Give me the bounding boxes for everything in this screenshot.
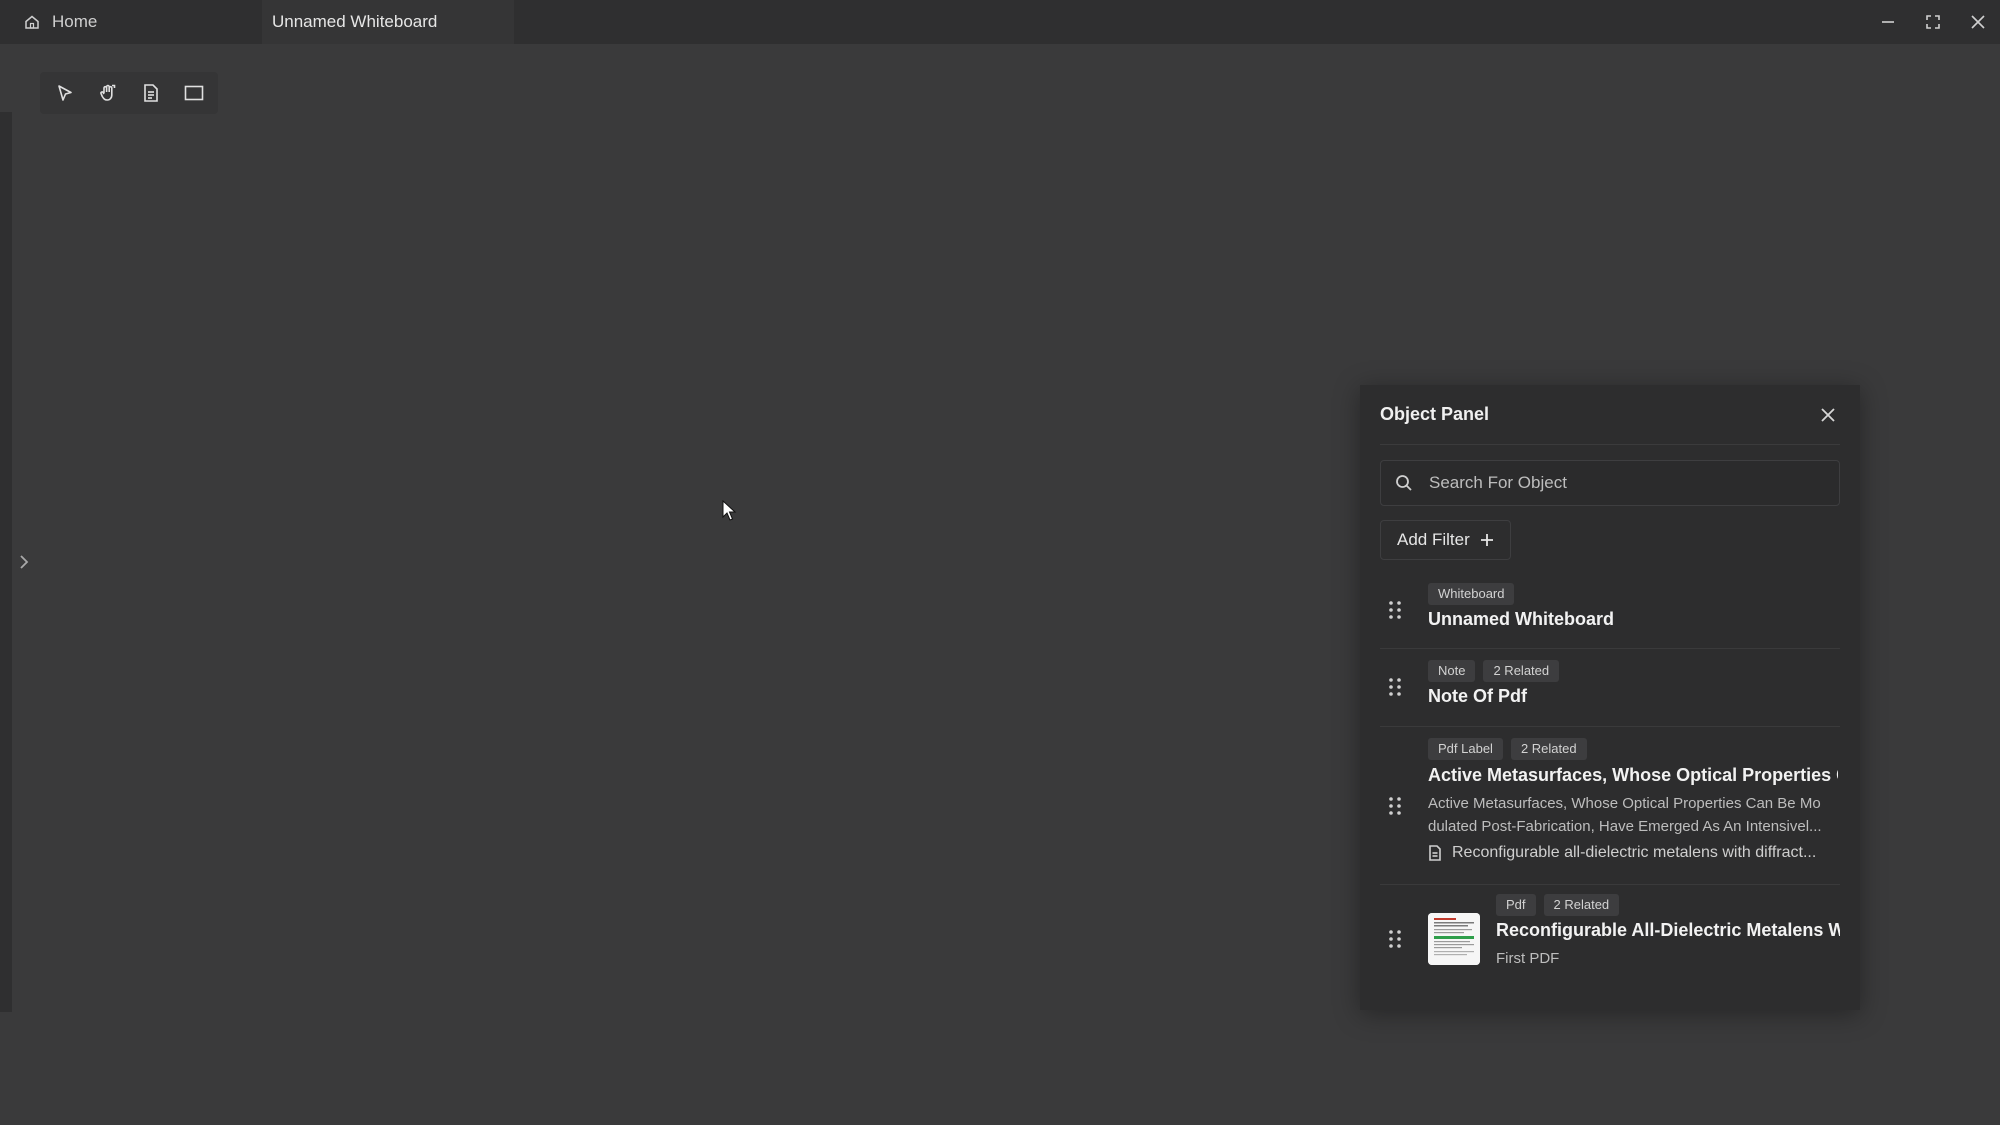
drag-handle-icon <box>1389 930 1401 948</box>
close-panel-button[interactable] <box>1816 403 1840 427</box>
item-description: Active Metasurfaces, Whose Optical Prope… <box>1428 795 1822 835</box>
frame-icon <box>184 85 203 101</box>
pdf-thumbnail-image <box>1428 913 1480 965</box>
note-tool-button[interactable] <box>134 77 167 110</box>
whiteboard-tab-label: Unnamed Whiteboard <box>272 12 438 31</box>
related-count-badge: 2 Related <box>1543 894 1620 916</box>
add-filter-button[interactable]: Add Filter <box>1380 520 1511 560</box>
item-source-label: Reconfigurable all-dielectric metalens w… <box>1452 844 1817 861</box>
related-count-badge: 2 Related <box>1510 738 1587 760</box>
drag-handle[interactable] <box>1388 677 1402 697</box>
close-icon <box>1821 407 1835 422</box>
type-badge: Pdf Label <box>1428 738 1503 760</box>
drag-handle-icon <box>1389 797 1401 815</box>
maximize-button[interactable] <box>1910 0 1955 44</box>
home-tab-label: Home <box>52 12 98 31</box>
type-badge: Whiteboard <box>1428 583 1515 605</box>
object-search-box[interactable] <box>1380 460 1840 506</box>
object-panel-title: Object Panel <box>1380 404 1490 424</box>
window-controls <box>1865 0 2000 44</box>
item-title: Reconfigurable All-Dielectric Metalens W… <box>1496 920 1840 940</box>
whiteboard-toolbar <box>40 72 218 114</box>
left-sidebar-rail <box>0 112 12 1012</box>
title-bar: Home Unnamed Whiteboard <box>0 0 2000 44</box>
plus-icon <box>1480 534 1493 546</box>
hand-pan-icon <box>99 84 115 101</box>
mouse-pointer-icon <box>722 500 737 521</box>
select-icon <box>57 85 72 101</box>
whiteboard-tab[interactable]: Unnamed Whiteboard <box>262 0 514 44</box>
drag-handle[interactable] <box>1388 796 1402 816</box>
object-search-input[interactable] <box>1427 472 1807 494</box>
item-badges: Pdf 2 Related <box>1496 894 1620 916</box>
item-badges: Whiteboard <box>1428 583 1515 605</box>
item-badges: Pdf Label 2 Related <box>1428 738 1587 760</box>
minimize-button[interactable] <box>1865 0 1910 44</box>
item-subtitle: First PDF <box>1496 950 1560 967</box>
maximize-icon <box>1925 15 1940 29</box>
drag-handle-icon <box>1389 678 1401 696</box>
item-badges: Note 2 Related <box>1428 660 1560 682</box>
home-icon <box>25 15 39 29</box>
close-icon <box>1970 15 1985 29</box>
minimize-icon <box>1881 21 1894 23</box>
frame-tool-button[interactable] <box>177 77 210 110</box>
search-icon <box>1396 475 1412 491</box>
object-panel: Object Panel Add Filter Whiteboard Unnam… <box>1360 385 1860 1010</box>
pdf-thumbnail <box>1428 913 1480 965</box>
drag-handle[interactable] <box>1388 929 1402 949</box>
item-title: Active Metasurfaces, Whose Optical Prope… <box>1428 765 1838 785</box>
drag-handle-icon <box>1389 601 1401 619</box>
expand-sidebar-button[interactable] <box>14 552 34 572</box>
home-tab[interactable]: Home <box>0 0 262 44</box>
type-badge: Pdf <box>1496 894 1536 916</box>
close-window-button[interactable] <box>1955 0 2000 44</box>
type-badge: Note <box>1428 660 1476 682</box>
item-title: Unnamed Whiteboard <box>1428 609 1615 629</box>
select-tool-button[interactable] <box>48 77 81 110</box>
object-list-item[interactable]: Whiteboard Unnamed Whiteboard <box>1380 577 1840 649</box>
drag-handle[interactable] <box>1388 600 1402 620</box>
object-list-item[interactable]: Pdf Label 2 Related Active Metasurfaces,… <box>1380 728 1840 885</box>
related-count-badge: 2 Related <box>1483 660 1560 682</box>
note-icon <box>143 84 158 102</box>
item-source-link[interactable]: Reconfigurable all-dielectric metalens w… <box>1428 844 1840 862</box>
object-panel-header: Object Panel <box>1380 385 1840 445</box>
add-filter-label: Add Filter <box>1397 530 1470 549</box>
pan-tool-button[interactable] <box>91 77 124 110</box>
document-icon <box>1429 845 1441 861</box>
chevron-right-icon <box>20 555 29 569</box>
object-list-item[interactable]: Pdf 2 Related Reconfigurable All-Dielect… <box>1380 886 1840 981</box>
object-list-item[interactable]: Note 2 Related Note Of Pdf <box>1380 650 1840 727</box>
item-title: Note Of Pdf <box>1428 686 1527 706</box>
